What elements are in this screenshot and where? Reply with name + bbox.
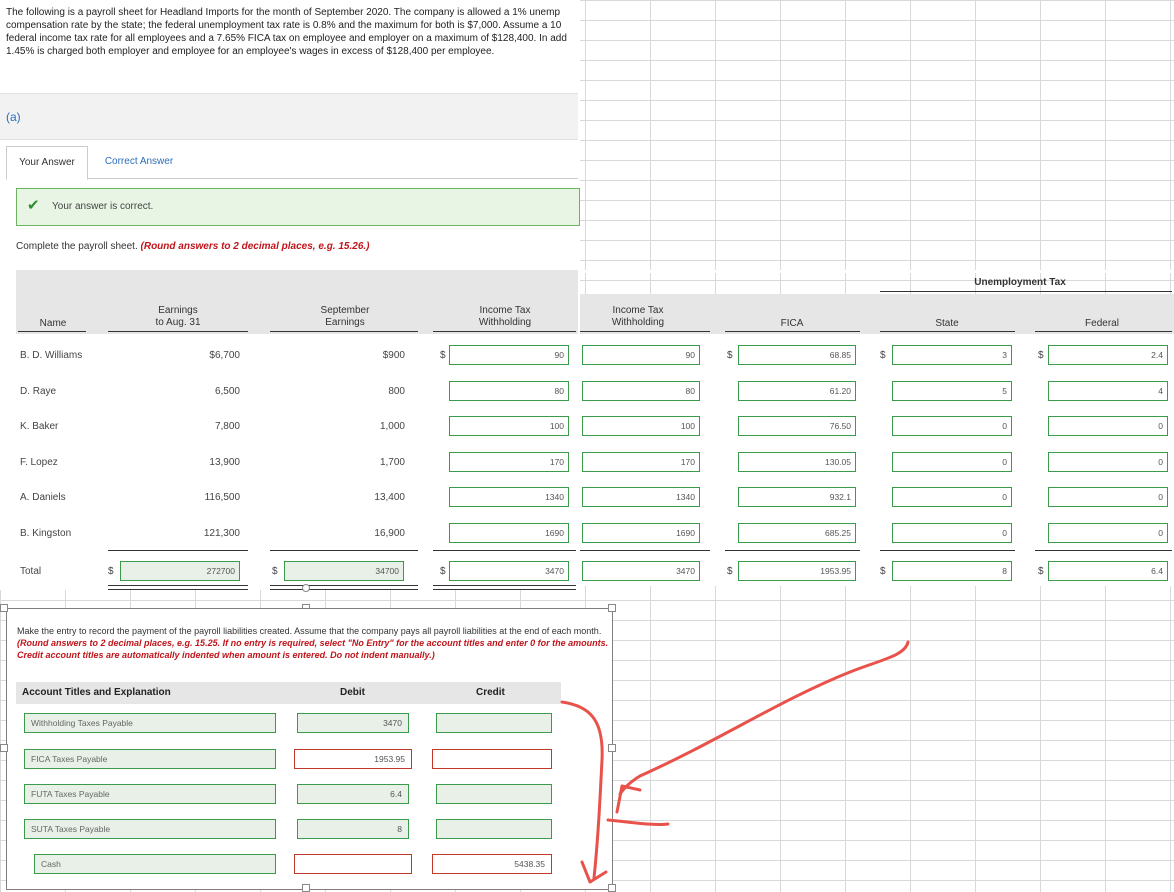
bracket-line: [560, 700, 604, 880]
annotation-arrows: [560, 640, 910, 884]
pointer-line: [606, 818, 670, 826]
arrow-head-icon: [615, 784, 642, 814]
long-arrow-line: [618, 640, 910, 796]
